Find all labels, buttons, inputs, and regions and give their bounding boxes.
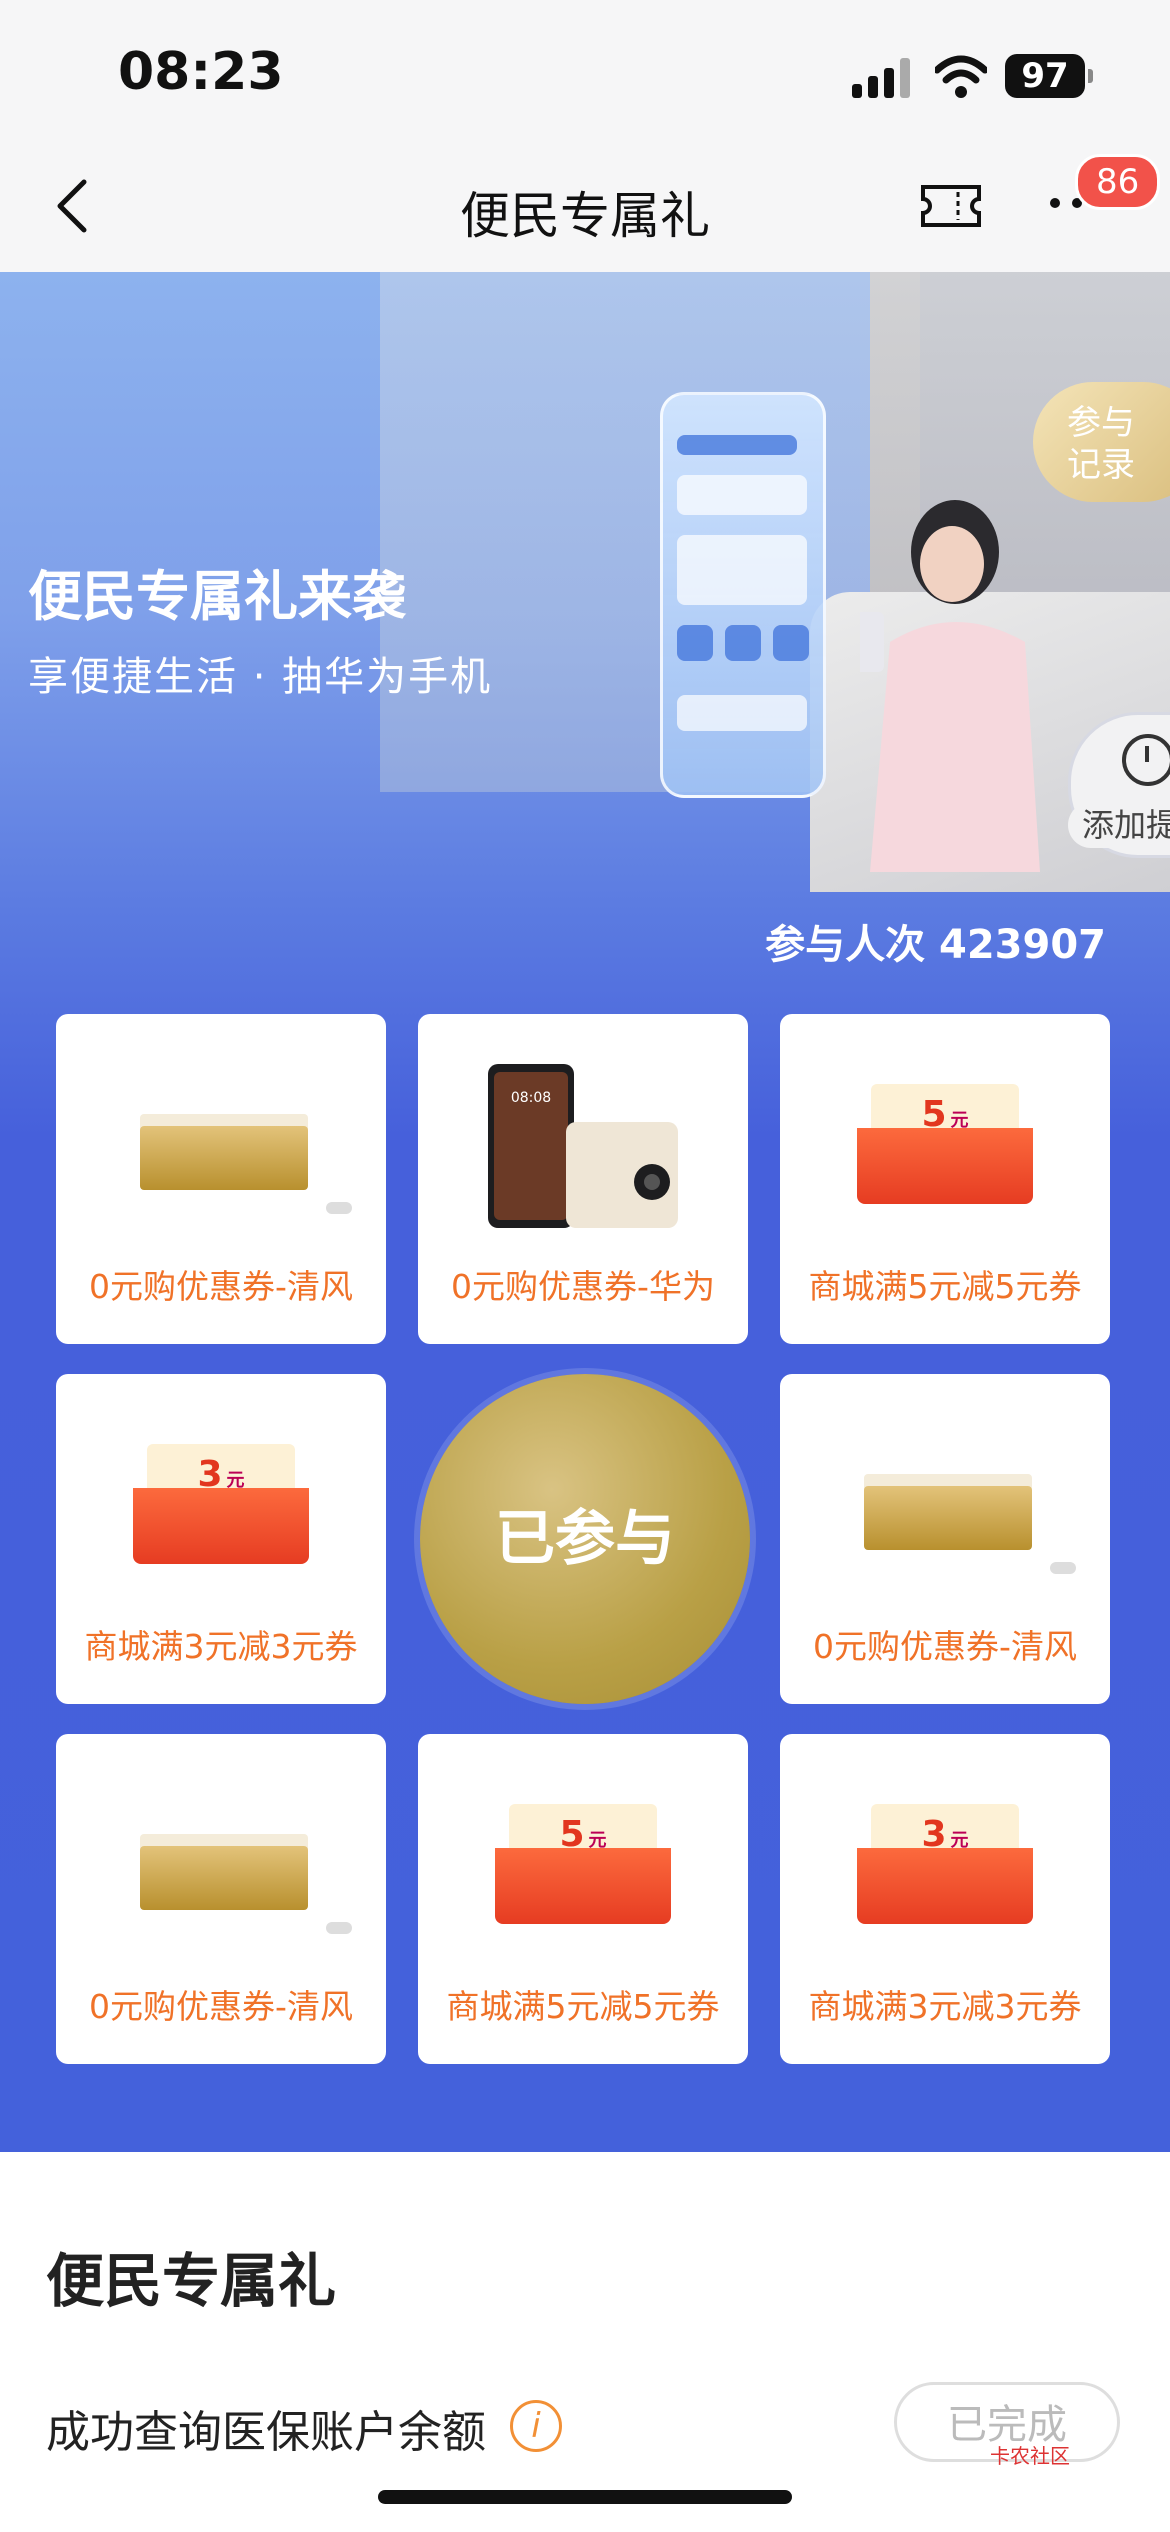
hero-title: 便民专属礼来袭 bbox=[28, 565, 406, 628]
coupon-value: 3 bbox=[921, 1814, 947, 1855]
prize-cell: 3元 商城满3元减3元券 bbox=[780, 1734, 1110, 2064]
tissue-box-image bbox=[140, 1126, 352, 1214]
prize-cell: 08:08 0元购优惠券-华为 bbox=[418, 1014, 748, 1344]
page-title: 便民专属礼 bbox=[460, 187, 710, 245]
section-title: 便民专属礼 bbox=[46, 2247, 337, 2315]
coupon-value: 5 bbox=[559, 1814, 585, 1855]
participation-count: 参与人次 423907 bbox=[765, 922, 1106, 968]
watermark-logo: 卡农社区 bbox=[990, 2444, 1070, 2468]
participation-record-button[interactable]: 参与 记录 bbox=[1033, 382, 1170, 502]
prize-label: 商城满5元减5元券 bbox=[446, 1987, 720, 2026]
prize-cell: 0元购优惠券-清风 bbox=[56, 1014, 386, 1344]
prize-label: 0元购优惠券-清风 bbox=[89, 1987, 353, 2026]
huawei-phone-image: 08:08 bbox=[488, 1064, 678, 1228]
coupon-unit: 元 bbox=[950, 1830, 969, 1851]
prize-cell: 5元 商城满5元减5元券 bbox=[418, 1734, 748, 2064]
status-bar: 08:23 97 bbox=[0, 0, 1170, 140]
woman-illustration bbox=[860, 500, 1040, 872]
coupon-envelope-image: 5元 bbox=[495, 1804, 671, 1924]
cellular-signal-icon bbox=[852, 58, 912, 98]
hero-subtitle: 享便捷生活 · 抽华为手机 bbox=[28, 654, 493, 700]
app-screen-illustration bbox=[660, 392, 826, 798]
record-button-label: 参与 记录 bbox=[1067, 403, 1135, 485]
prize-label: 商城满3元减3元券 bbox=[808, 1987, 1082, 2026]
prize-cell: 3元 商城满3元减3元券 bbox=[56, 1374, 386, 1704]
prize-cell: 0元购优惠券-清风 bbox=[780, 1374, 1110, 1704]
add-reminder-label: 添加提 bbox=[1068, 802, 1170, 848]
coupon-value: 3 bbox=[197, 1454, 223, 1495]
info-icon[interactable]: i bbox=[510, 2400, 562, 2452]
tissue-box-image bbox=[140, 1846, 352, 1934]
coupon-unit: 元 bbox=[588, 1830, 607, 1851]
nav-bar: 便民专属礼 86 bbox=[0, 140, 1170, 272]
notification-badge: 86 bbox=[1075, 154, 1161, 210]
coupon-envelope-image: 3元 bbox=[857, 1804, 1033, 1924]
coupon-unit: 元 bbox=[950, 1110, 969, 1131]
prize-label: 商城满3元减3元券 bbox=[84, 1627, 358, 1666]
coupon-unit: 元 bbox=[226, 1470, 245, 1491]
prize-label: 商城满5元减5元券 bbox=[808, 1267, 1082, 1306]
tissue-box-image bbox=[864, 1486, 1076, 1574]
clock-icon bbox=[1122, 734, 1170, 786]
prize-label: 0元购优惠券-清风 bbox=[813, 1627, 1077, 1666]
prize-cell: 5元 商城满5元减5元券 bbox=[780, 1014, 1110, 1344]
coupon-envelope-image: 3元 bbox=[133, 1444, 309, 1564]
task-section: 便民专属礼 成功查询医保账户余额 i 已完成 bbox=[0, 2152, 1170, 2532]
hero-banner: 便民专属礼来袭 享便捷生活 · 抽华为手机 参与 记录 添加提 参与人次 423… bbox=[0, 272, 1170, 2152]
draw-button-participated[interactable]: 已参与 bbox=[420, 1374, 750, 1704]
prize-cell: 0元购优惠券-清风 bbox=[56, 1734, 386, 2064]
prize-label: 0元购优惠券-华为 bbox=[451, 1267, 715, 1306]
wifi-icon bbox=[935, 55, 987, 98]
ticket-icon[interactable] bbox=[920, 184, 982, 228]
status-time: 08:23 bbox=[118, 42, 284, 102]
task-label: 成功查询医保账户余额 bbox=[46, 2407, 486, 2458]
coupon-envelope-image: 5元 bbox=[857, 1084, 1033, 1204]
prize-label: 0元购优惠券-清风 bbox=[89, 1267, 353, 1306]
home-indicator bbox=[378, 2490, 792, 2504]
battery-icon: 97 bbox=[1005, 54, 1093, 98]
coupon-value: 5 bbox=[921, 1094, 947, 1135]
svg-text:08:08: 08:08 bbox=[511, 1090, 551, 1106]
